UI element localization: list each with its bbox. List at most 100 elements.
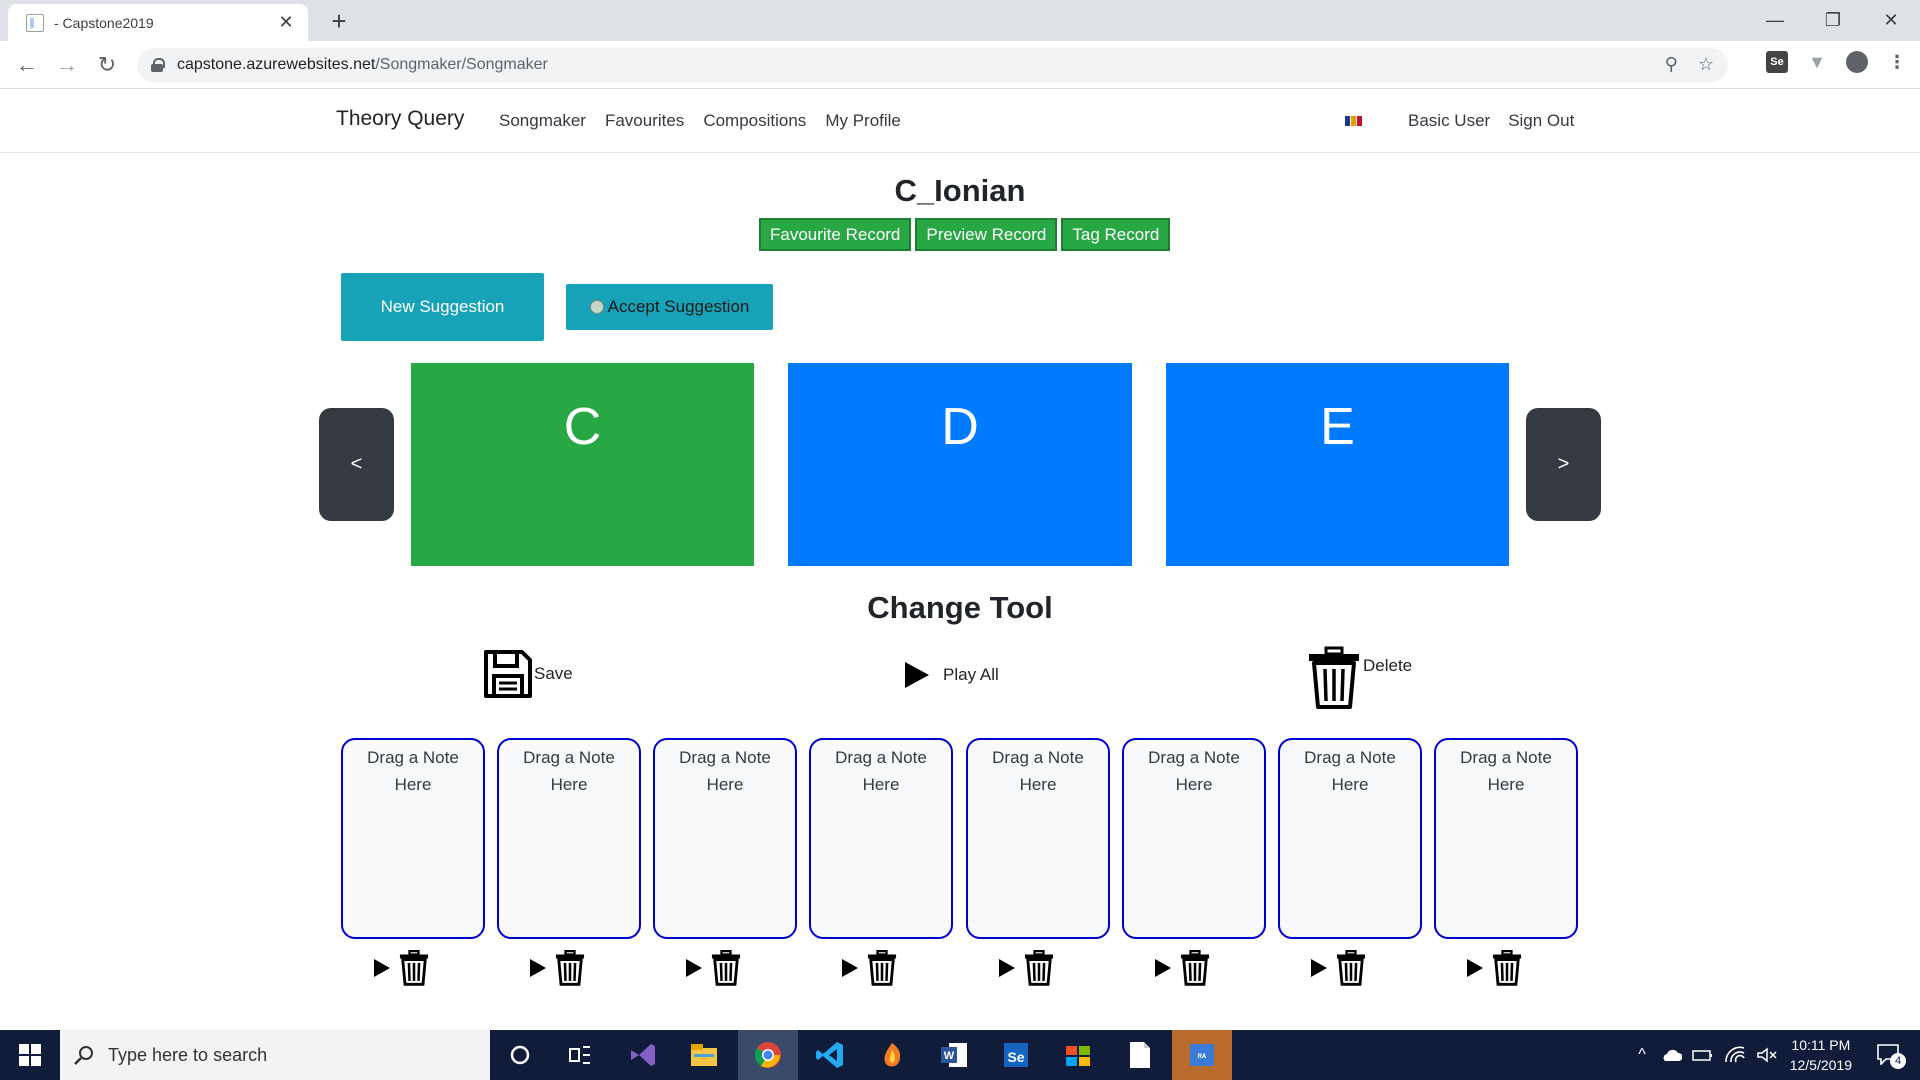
- carousel-next-button[interactable]: >: [1526, 408, 1601, 521]
- forward-arrow-icon[interactable]: →: [53, 51, 81, 79]
- nav-my-profile[interactable]: My Profile: [825, 111, 901, 131]
- system-tray: ^ 10:11 PM 12/5/2019 4: [1638, 1030, 1920, 1080]
- minimize-icon[interactable]: —: [1746, 0, 1804, 41]
- note-drop-slot[interactable]: Drag a Note Here: [1278, 738, 1422, 939]
- url-path: /Songmaker/Songmaker: [375, 56, 548, 73]
- play-icon[interactable]: [529, 958, 547, 978]
- trash-can-icon[interactable]: [397, 950, 431, 986]
- tab-title: - Capstone2019: [54, 14, 154, 31]
- taskbar-search-input[interactable]: Type here to search: [60, 1030, 490, 1080]
- play-icon[interactable]: [1310, 958, 1328, 978]
- windows-start-icon[interactable]: [0, 1030, 60, 1080]
- nav-favourites[interactable]: Favourites: [605, 111, 684, 131]
- notepad-file-icon[interactable]: [1110, 1030, 1170, 1080]
- preview-record-button[interactable]: Preview Record: [915, 218, 1058, 251]
- nav-songmaker[interactable]: Songmaker: [499, 111, 586, 131]
- browser-menu-icon[interactable]: ⋮: [1886, 51, 1908, 73]
- task-view-icon[interactable]: [550, 1030, 610, 1080]
- back-arrow-icon[interactable]: ←: [13, 51, 41, 79]
- note-card-e[interactable]: E: [1166, 363, 1509, 566]
- word-icon[interactable]: W: [924, 1030, 984, 1080]
- play-icon[interactable]: [841, 958, 859, 978]
- play-icon[interactable]: [685, 958, 703, 978]
- reload-icon[interactable]: ↻: [93, 51, 121, 79]
- visual-studio-icon[interactable]: [612, 1030, 672, 1080]
- windows-store-icon[interactable]: [1048, 1030, 1108, 1080]
- play-icon[interactable]: [373, 958, 391, 978]
- paint-app-icon[interactable]: ᴿᴬ: [1172, 1030, 1232, 1080]
- slot-hint: Drag a Note Here: [367, 748, 459, 794]
- close-window-icon[interactable]: ✕: [1862, 0, 1920, 41]
- volume-muted-icon[interactable]: [1756, 1046, 1778, 1064]
- carousel-prev-button[interactable]: <: [319, 408, 394, 521]
- browser-tab[interactable]: - Capstone2019 ✕: [8, 4, 308, 41]
- play-all-label: Play All: [943, 665, 999, 684]
- save-tool[interactable]: Save: [482, 648, 573, 700]
- slot-controls: [1466, 950, 1524, 986]
- note-card-c[interactable]: C: [411, 363, 754, 566]
- selenium-extension-icon[interactable]: Se: [1766, 51, 1788, 73]
- wifi-icon[interactable]: [1724, 1046, 1746, 1064]
- tag-record-button[interactable]: Tag Record: [1061, 218, 1171, 251]
- play-all-tool[interactable]: Play All: [903, 660, 999, 690]
- notification-count-badge: 4: [1890, 1053, 1906, 1069]
- bookmark-star-icon[interactable]: ☆: [1698, 54, 1714, 75]
- play-icon[interactable]: [1154, 958, 1172, 978]
- language-flag-icon[interactable]: [1345, 116, 1362, 126]
- fl-studio-icon[interactable]: [862, 1030, 922, 1080]
- trash-can-icon[interactable]: [865, 950, 899, 986]
- action-center-icon[interactable]: 4: [1876, 1043, 1906, 1069]
- accept-suggestion-button[interactable]: Accept Suggestion: [566, 284, 773, 330]
- note-drop-slot[interactable]: Drag a Note Here: [1122, 738, 1266, 939]
- vimium-extension-icon[interactable]: ▼: [1806, 51, 1828, 73]
- close-tab-icon[interactable]: ✕: [276, 12, 296, 33]
- save-label: Save: [534, 664, 573, 683]
- show-hidden-icons-icon[interactable]: ^: [1638, 1046, 1646, 1064]
- profile-avatar-icon[interactable]: [1846, 51, 1868, 73]
- browser-tab-bar: - Capstone2019 ✕ + — ❐ ✕: [0, 0, 1920, 41]
- trash-can-icon[interactable]: [553, 950, 587, 986]
- taskbar-clock[interactable]: 10:11 PM 12/5/2019: [1790, 1035, 1852, 1075]
- site-navbar: Theory Query Songmaker Favourites Compos…: [0, 90, 1920, 153]
- note-card-d[interactable]: D: [788, 363, 1132, 566]
- windows-taskbar: Type here to search W Se ᴿᴬ ^ 10:11 PM 1…: [0, 1030, 1920, 1080]
- favourite-record-button[interactable]: Favourite Record: [759, 218, 912, 251]
- accept-suggestion-label: Accept Suggestion: [607, 297, 750, 316]
- restore-icon[interactable]: ❐: [1804, 0, 1862, 41]
- brand-link[interactable]: Theory Query: [336, 107, 464, 131]
- note-drop-slot[interactable]: Drag a Note Here: [966, 738, 1110, 939]
- delete-tool[interactable]: Delete: [1305, 646, 1412, 710]
- file-explorer-icon[interactable]: [674, 1030, 734, 1080]
- note-drop-slot[interactable]: Drag a Note Here: [341, 738, 485, 939]
- vscode-icon[interactable]: [800, 1030, 860, 1080]
- sign-out-link[interactable]: Sign Out: [1508, 111, 1574, 131]
- note-drop-slot[interactable]: Drag a Note Here: [653, 738, 797, 939]
- slot-controls: [373, 950, 431, 986]
- cortana-icon[interactable]: [490, 1030, 550, 1080]
- onedrive-cloud-icon[interactable]: [1660, 1048, 1682, 1062]
- nav-compositions[interactable]: Compositions: [703, 111, 806, 131]
- play-icon[interactable]: [1466, 958, 1484, 978]
- trash-can-icon[interactable]: [1022, 950, 1056, 986]
- trash-can-icon[interactable]: [1490, 950, 1524, 986]
- play-icon[interactable]: [998, 958, 1016, 978]
- zoom-icon[interactable]: ⚲: [1665, 54, 1678, 75]
- slot-hint: Drag a Note Here: [992, 748, 1084, 794]
- slot-hint: Drag a Note Here: [523, 748, 615, 794]
- note-drop-slot[interactable]: Drag a Note Here: [809, 738, 953, 939]
- svg-text:ᴿᴬ: ᴿᴬ: [1198, 1052, 1207, 1062]
- user-role-label[interactable]: Basic User: [1408, 111, 1490, 131]
- address-bar[interactable]: capstone.azurewebsites.net/Songmaker/Son…: [137, 48, 1728, 82]
- note-drop-slot[interactable]: Drag a Note Here: [497, 738, 641, 939]
- trash-can-icon[interactable]: [709, 950, 743, 986]
- new-suggestion-button[interactable]: New Suggestion: [341, 273, 544, 341]
- page-favicon-icon: [26, 13, 44, 32]
- chrome-icon[interactable]: [738, 1030, 798, 1080]
- selenium-ide-icon[interactable]: Se: [986, 1030, 1046, 1080]
- trash-can-icon[interactable]: [1334, 950, 1368, 986]
- change-tool-heading: Change Tool: [867, 590, 1053, 625]
- battery-icon[interactable]: [1691, 1048, 1714, 1062]
- note-drop-slot[interactable]: Drag a Note Here: [1434, 738, 1578, 939]
- trash-can-icon[interactable]: [1178, 950, 1212, 986]
- new-tab-icon[interactable]: +: [324, 6, 354, 37]
